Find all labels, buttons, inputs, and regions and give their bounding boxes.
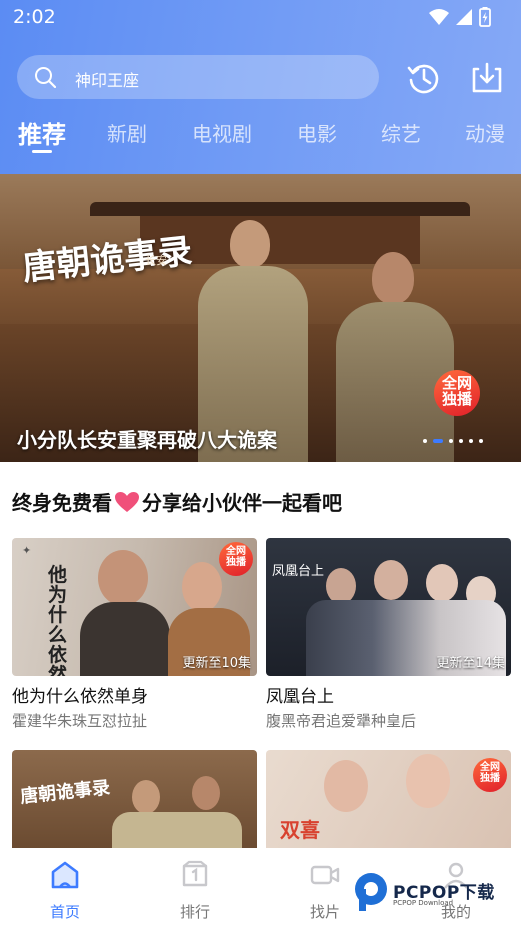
search-input[interactable]: 神印王座 <box>17 55 379 99</box>
promo-text-after: 分享给小伙伴一起看吧 <box>142 491 342 515</box>
actor-bodies <box>112 812 242 848</box>
carousel-dots <box>423 439 483 443</box>
video-icon <box>310 865 340 885</box>
exclusive-badge: 全网 独播 <box>219 542 253 576</box>
wifi-icon <box>429 9 449 25</box>
actor-head-left <box>98 550 148 606</box>
carousel-dot[interactable] <box>423 439 427 443</box>
watermark-p-icon <box>355 873 387 911</box>
ranking-icon <box>182 860 208 887</box>
tab-new-drama[interactable]: 新剧 <box>107 118 147 147</box>
tab-anime[interactable]: 动漫 <box>465 118 505 147</box>
video-title: 凤凰台上 <box>266 687 334 707</box>
watermark-logo: PCPOP下载 PCPOP Download <box>353 870 513 914</box>
banner-show-logo-sub: 长安 <box>145 254 167 267</box>
video-card-poster: 凤凰台上 更新至14集 <box>266 538 511 676</box>
app-screen: 2:02 神印王座 推荐 新剧 电视剧 电影 综艺 动漫 唐朝诡事录 长安 全网… <box>0 0 521 926</box>
nav-ranking[interactable]: 排行 <box>165 860 225 922</box>
badge-line1: 全网 <box>226 546 246 557</box>
nav-home-label: 首页 <box>49 903 80 921</box>
status-time: 2:02 <box>13 6 56 28</box>
carousel-dot[interactable] <box>469 439 473 443</box>
actor-figure-left-head <box>230 220 270 268</box>
actor-head <box>324 760 368 812</box>
nav-discover[interactable]: 找片 <box>295 860 355 922</box>
search-icon <box>35 67 56 88</box>
tab-tv-series[interactable]: 电视剧 <box>192 118 252 147</box>
badge-line2: 独播 <box>226 556 246 568</box>
actor-head <box>326 568 356 604</box>
actor-head <box>406 754 450 808</box>
video-card-poster: ✦ 他为什么依然单身 全网 独播 更新至10集 <box>12 538 257 676</box>
badge-line2: 独播 <box>480 772 500 784</box>
promo-text-before: 终身免费看 <box>12 491 112 515</box>
video-card[interactable]: ✦ 他为什么依然单身 全网 独播 更新至10集 他为什么依然单身 霍建华朱珠互怼… <box>12 538 257 730</box>
channel-logo: ✦ <box>22 544 32 557</box>
video-card-poster: 双喜 全网 独播 <box>266 750 511 848</box>
carousel-dot[interactable] <box>459 439 463 443</box>
actor-head <box>374 560 408 600</box>
actor-body-left <box>80 602 170 676</box>
hero-banner[interactable]: 唐朝诡事录 长安 全网 独播 小分队长安重聚再破八大诡案 <box>0 174 521 462</box>
video-card[interactable]: 唐朝诡事录 <box>12 750 257 848</box>
nav-home[interactable]: 首页 <box>35 860 95 922</box>
category-tabs: 推荐 新剧 电视剧 电影 综艺 动漫 <box>0 118 521 158</box>
actor-head <box>132 780 160 814</box>
history-icon[interactable] <box>406 60 442 96</box>
episode-update: 更新至10集 <box>182 656 251 671</box>
home-icon <box>51 861 79 889</box>
download-icon[interactable] <box>469 60 505 96</box>
tab-recommend[interactable]: 推荐 <box>18 115 66 150</box>
watermark-subtext: PCPOP Download <box>393 899 454 907</box>
poster-title-text: 他为什么依然单身 <box>48 564 68 676</box>
video-card-poster: 唐朝诡事录 <box>12 750 257 848</box>
exclusive-badge: 全网 独播 <box>473 758 507 792</box>
nav-ranking-label: 排行 <box>179 903 210 921</box>
carousel-dot[interactable] <box>479 439 483 443</box>
search-placeholder: 神印王座 <box>75 71 140 90</box>
header: 2:02 神印王座 推荐 新剧 电视剧 电影 综艺 动漫 <box>0 0 521 174</box>
carousel-dot[interactable] <box>449 439 453 443</box>
video-subtitle: 腹黑帝君追爱犟种皇后 <box>266 712 417 730</box>
status-bar: 2:02 <box>0 0 521 34</box>
battery-icon <box>479 7 491 27</box>
status-icons <box>429 7 491 27</box>
poster-title-text: 凤凰台上 <box>272 564 325 579</box>
badge-line2: 独播 <box>441 389 472 408</box>
actor-figure-right-head <box>372 252 414 304</box>
video-title: 他为什么依然单身 <box>12 687 148 707</box>
share-promo[interactable]: 终身免费看 分享给小伙伴一起看吧 <box>12 487 342 516</box>
signal-icon <box>456 9 472 25</box>
actor-head <box>192 776 220 810</box>
video-card[interactable]: 凤凰台上 更新至14集 凤凰台上 腹黑帝君追爱犟种皇后 <box>266 538 511 730</box>
poster-title-text: 唐朝诡事录 <box>19 777 112 808</box>
badge-line1: 全网 <box>480 762 500 773</box>
tab-movie[interactable]: 电影 <box>297 118 337 147</box>
actor-head <box>426 564 458 602</box>
heart-icon <box>115 491 139 512</box>
episode-update: 更新至14集 <box>436 656 505 671</box>
exclusive-badge: 全网 独播 <box>434 370 480 416</box>
palace-roof-shape <box>90 202 470 216</box>
tab-variety[interactable]: 综艺 <box>381 118 421 147</box>
actor-head-right <box>182 562 222 612</box>
poster-title-text: 双喜 <box>280 818 320 842</box>
nav-discover-label: 找片 <box>309 903 340 921</box>
banner-caption: 小分队长安重聚再破八大诡案 <box>17 428 277 452</box>
carousel-dot-active[interactable] <box>433 439 443 443</box>
video-card[interactable]: 双喜 全网 独播 <box>266 750 511 848</box>
video-subtitle: 霍建华朱珠互怼拉扯 <box>12 712 148 730</box>
tab-active-indicator <box>32 150 52 153</box>
